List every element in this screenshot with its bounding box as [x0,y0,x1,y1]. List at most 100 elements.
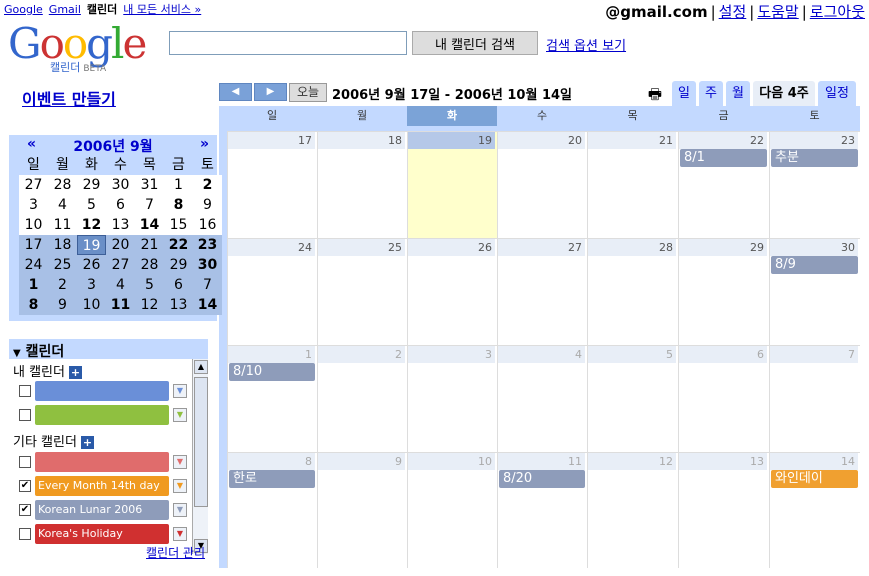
mini-day[interactable]: 3 [19,195,48,215]
tab-week[interactable]: 주 [699,81,723,106]
event-chip[interactable]: 8/9 [771,256,858,274]
day-number[interactable]: 5 [588,346,676,363]
day-cell[interactable]: 26 [407,238,497,345]
nav-all-services-link[interactable]: 내 모든 서비스 » [123,3,201,16]
mini-day[interactable]: 2 [193,175,222,195]
day-cell[interactable]: 30 [769,238,860,345]
calendar-checkbox[interactable] [19,385,31,397]
day-number[interactable]: 29 [679,239,767,256]
mini-day[interactable]: 31 [135,175,164,195]
day-cell[interactable]: 22 [678,131,769,238]
day-number[interactable]: 10 [408,453,495,470]
calendar-row[interactable]: ✔ Every Month 14th day ▼ [9,476,192,496]
mini-day[interactable]: 17 [19,235,48,255]
calendar-row[interactable]: ▼ [9,405,192,425]
mini-day[interactable]: 13 [164,295,193,315]
mini-day[interactable]: 16 [193,215,222,235]
day-number[interactable]: 13 [679,453,767,470]
event-chip[interactable]: 8/10 [229,363,315,381]
mini-day[interactable]: 10 [19,215,48,235]
day-number[interactable]: 22 [679,132,767,149]
day-cell[interactable]: 20 [497,131,587,238]
mini-day[interactable]: 4 [48,195,77,215]
day-cell[interactable]: 12 [587,452,678,568]
day-cell[interactable]: 10 [407,452,497,568]
settings-link[interactable]: 설정 [719,3,747,21]
mini-day[interactable]: 14 [193,295,222,315]
day-cell[interactable]: 3 [407,345,497,452]
logout-link[interactable]: 로그아웃 [810,3,865,21]
mini-day[interactable]: 7 [193,275,222,295]
calendar-name[interactable]: Korean Lunar 2006 [35,500,169,520]
day-number[interactable]: 6 [679,346,767,363]
day-cell[interactable]: 29 [678,238,769,345]
calendar-checkbox[interactable]: ✔ [19,504,31,516]
google-calendar-logo[interactable]: Google 캘린더 BETA [8,20,158,75]
day-number[interactable]: 1 [228,346,315,363]
day-number[interactable]: 18 [318,132,405,149]
day-cell[interactable]: 17 [227,131,317,238]
tab-month[interactable]: 월 [726,81,750,106]
add-my-calendar-icon[interactable]: + [68,366,82,379]
day-cell[interactable]: 4 [497,345,587,452]
day-cell[interactable]: 25 [317,238,407,345]
day-number[interactable]: 19 [408,132,495,149]
mini-day[interactable]: 28 [135,255,164,275]
mini-day[interactable]: 5 [77,195,106,215]
calendar-checkbox[interactable] [19,456,31,468]
tab-agenda[interactable]: 일정 [818,81,856,106]
mini-day[interactable]: 25 [48,255,77,275]
day-cell[interactable]: 24 [227,238,317,345]
day-cell[interactable]: 5 [587,345,678,452]
event-chip[interactable]: 8/20 [499,470,585,488]
calendar-dropdown-arrow-icon[interactable]: ▼ [173,479,187,493]
calendar-dropdown-arrow-icon[interactable]: ▼ [173,527,187,541]
mini-day[interactable]: 2 [48,275,77,295]
mini-day[interactable]: 11 [106,295,135,315]
calendars-panel-title[interactable]: ▼ 캘린더 [13,341,64,361]
event-chip[interactable]: 8/1 [680,149,767,167]
mini-day[interactable]: 20 [106,235,135,255]
nav-google-link[interactable]: Google [4,3,43,16]
day-number[interactable]: 9 [318,453,405,470]
day-number[interactable]: 27 [498,239,585,256]
mini-day[interactable]: 1 [19,275,48,295]
day-number[interactable]: 20 [498,132,585,149]
manage-calendars-link[interactable]: 캘린더 관리 [146,544,205,561]
mini-day[interactable]: 5 [135,275,164,295]
mini-day[interactable]: 18 [48,235,77,255]
add-other-calendar-icon[interactable]: + [80,436,94,449]
mini-day[interactable]: 6 [164,275,193,295]
day-cell[interactable]: 13 [678,452,769,568]
mini-day[interactable]: 23 [193,235,222,255]
day-cell[interactable]: 9 [317,452,407,568]
mini-prev-month-button[interactable]: « [27,136,36,152]
day-cell[interactable]: 18 [317,131,407,238]
day-number[interactable]: 17 [228,132,315,149]
mini-day[interactable]: 6 [106,195,135,215]
calendar-name[interactable] [35,381,169,401]
scroll-thumb[interactable] [194,377,208,507]
day-number[interactable]: 30 [770,239,858,256]
nav-gmail-link[interactable]: Gmail [49,3,81,16]
mini-day[interactable]: 3 [77,275,106,295]
mini-day[interactable]: 24 [19,255,48,275]
calendar-checkbox[interactable] [19,409,31,421]
day-number[interactable]: 12 [588,453,676,470]
prev-period-button[interactable]: ◀ [219,83,252,101]
day-number[interactable]: 28 [588,239,676,256]
day-number[interactable]: 25 [318,239,405,256]
mini-day[interactable]: 7 [135,195,164,215]
day-cell[interactable]: 28 [587,238,678,345]
calendars-scrollbar[interactable]: ▲ ▼ [192,359,208,554]
day-number[interactable]: 7 [770,346,858,363]
day-number[interactable]: 3 [408,346,495,363]
day-cell[interactable]: 27 [497,238,587,345]
day-cell[interactable]: 1 [227,345,317,452]
today-button[interactable]: 오늘 [289,83,327,102]
day-number[interactable]: 2 [318,346,405,363]
mini-day[interactable]: 11 [48,215,77,235]
mini-next-month-button[interactable]: » [200,136,209,152]
mini-day[interactable]: 8 [164,195,193,215]
mini-day[interactable]: 26 [77,255,106,275]
